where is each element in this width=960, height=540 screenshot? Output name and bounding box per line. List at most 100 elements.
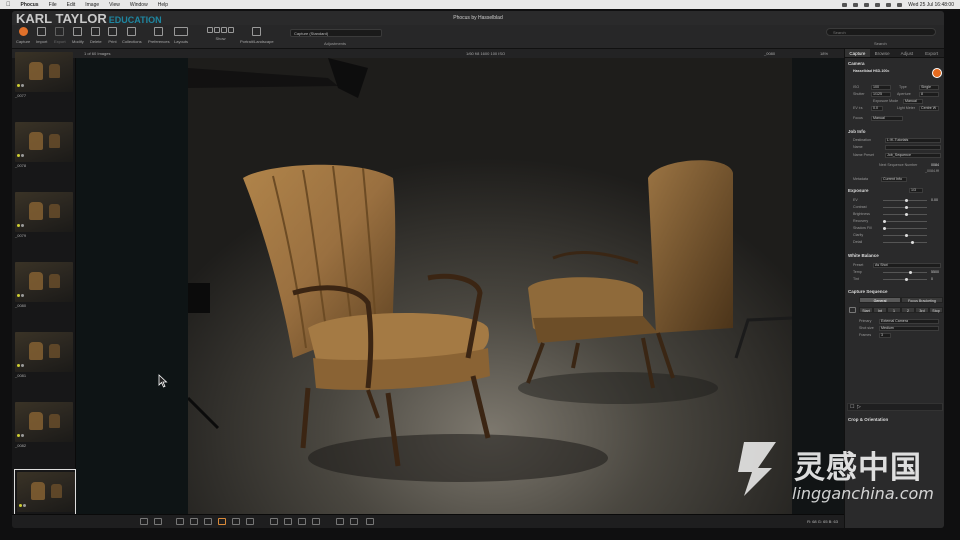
tab-adjust[interactable]: Adjust [895,49,920,57]
status-icon[interactable] [853,2,859,7]
status-icon[interactable] [875,2,881,7]
toolbar-capture-button[interactable]: Capture [16,27,30,44]
thumbnail[interactable]: _0082 [15,402,73,450]
brush-icon[interactable] [218,518,226,525]
section-camera[interactable]: Camera [848,61,865,66]
section-white-balance[interactable]: White Balance [848,253,879,258]
tab-focus-bracketing[interactable]: Focus Bracketing [901,297,943,303]
image-viewer[interactable] [188,58,792,514]
compare-view-icon[interactable] [154,518,162,525]
step-1[interactable]: 1 [887,307,901,313]
focus-mask-icon[interactable] [312,518,320,525]
frames-field[interactable]: 3 [879,333,891,338]
slider-knob[interactable] [905,234,908,237]
wifi-icon[interactable] [886,2,892,7]
next-image-icon[interactable] [350,518,358,525]
toolbar-collections-button[interactable]: Collections [122,27,142,44]
clock[interactable]: Wed 25 Jul 16:48:00 [908,2,954,8]
focus-select[interactable]: Manual [871,116,903,121]
thumbnail[interactable]: _0079 [15,192,73,240]
previous-image-icon[interactable] [336,518,344,525]
thumbnail[interactable]: _0077 [15,52,73,100]
light-meter-select[interactable]: Centre W [919,106,939,111]
menu-app-name[interactable]: Phocus [21,2,39,8]
toolbar-orientation-button[interactable]: Portrait/Landscape [240,27,274,44]
name-preset-select[interactable]: Job_Sequence [885,153,941,158]
status-icon[interactable] [864,2,870,7]
section-crop-orientation[interactable]: Crop & Orientation [848,417,888,422]
slider-knob[interactable] [883,220,886,223]
menu-file[interactable]: File [49,2,57,8]
aperture-select[interactable]: 8 [919,92,939,97]
grid-icon[interactable] [298,518,306,525]
next-seq-field[interactable]: 0084 [931,163,939,167]
crop-overlay-icon[interactable] [284,518,292,525]
type-select[interactable]: Single [919,85,939,90]
step-stop[interactable]: Stop [929,307,943,313]
section-job-info[interactable]: Job Info [848,129,866,134]
zoom-level[interactable]: 18% [820,49,828,58]
toolbar-delete-button[interactable]: Delete [90,27,102,44]
slider-knob[interactable] [911,241,914,244]
hand-icon[interactable] [232,518,240,525]
step-2[interactable]: 2 [901,307,915,313]
zoom-icon[interactable] [246,518,254,525]
ev-field[interactable]: 0.0 [871,106,883,111]
exposure-mode-select[interactable]: Manual [903,99,923,104]
toolbar-print-button[interactable]: Print [108,27,117,44]
rotate-icon[interactable] [176,518,184,525]
toolbar-export-button[interactable]: Export [54,27,66,44]
checkbox-icon[interactable]: ☐ [850,404,854,410]
section-capture-sequence[interactable]: Capture Sequence [848,289,888,294]
fullscreen-icon[interactable] [366,518,374,525]
shutter-select[interactable]: 1/125 [871,92,891,97]
toolbar-show-button[interactable]: Show [207,27,234,41]
slider-knob[interactable] [905,199,908,202]
thumbnail[interactable]: _0078 [15,122,73,170]
section-exposure[interactable]: Exposure [848,188,869,193]
toolbar-preferences-button[interactable]: Preferences [148,27,170,44]
tab-export[interactable]: Export [919,49,944,57]
menu-image[interactable]: Image [85,2,99,8]
shot-size-select[interactable]: Medium [879,326,939,331]
battery-icon[interactable] [897,2,903,7]
toolbar-modify-button[interactable]: Modify [72,27,84,44]
menu-help[interactable]: Help [158,2,168,8]
slider-knob[interactable] [883,227,886,230]
sequence-toggle[interactable] [849,307,856,313]
tab-general[interactable]: General [859,297,901,303]
primary-select[interactable]: External Camera [879,319,939,324]
capture-mode-select[interactable]: Capture (Standard) [290,29,382,37]
menu-window[interactable]: Window [130,2,148,8]
search-input[interactable]: Search [826,28,936,36]
slider-knob[interactable] [905,278,908,281]
slider-knob[interactable] [905,213,908,216]
thumbnail[interactable]: _0081 [15,332,73,380]
ev-step-select[interactable]: 1/3 [909,188,923,193]
step-start[interactable]: Start [859,307,873,313]
release-button[interactable] [932,68,942,78]
iso-select[interactable]: 100 [871,85,891,90]
loupe-icon[interactable] [270,518,278,525]
play-icon[interactable]: ▷ [857,404,861,410]
wb-preset-select[interactable]: As Shot [873,263,941,268]
name-field[interactable] [885,145,941,150]
step-int[interactable]: Int [873,307,887,313]
menu-view[interactable]: View [109,2,120,8]
toolbar-import-button[interactable]: Import [36,27,47,44]
eyedropper-icon[interactable] [204,518,212,525]
step-3rd[interactable]: 3rd [915,307,929,313]
slider-knob[interactable] [905,206,908,209]
straighten-icon[interactable] [190,518,198,525]
apple-icon[interactable]:  [6,2,11,8]
tab-browse[interactable]: Browse [870,49,895,57]
status-icon[interactable] [842,2,848,7]
thumbnail-strip[interactable]: _0077 _0078 _0079 _0080 _0081 _0082 _008… [12,52,76,528]
destination-select[interactable]: L:/K-Tutorials [885,138,941,143]
single-view-icon[interactable] [140,518,148,525]
thumbnail[interactable]: _0080 [15,262,73,310]
metadata-select[interactable]: Current Info [881,177,907,182]
menu-edit[interactable]: Edit [67,2,76,8]
toolbar-layouts-button[interactable]: Layouts [174,27,188,44]
slider-knob[interactable] [909,271,912,274]
